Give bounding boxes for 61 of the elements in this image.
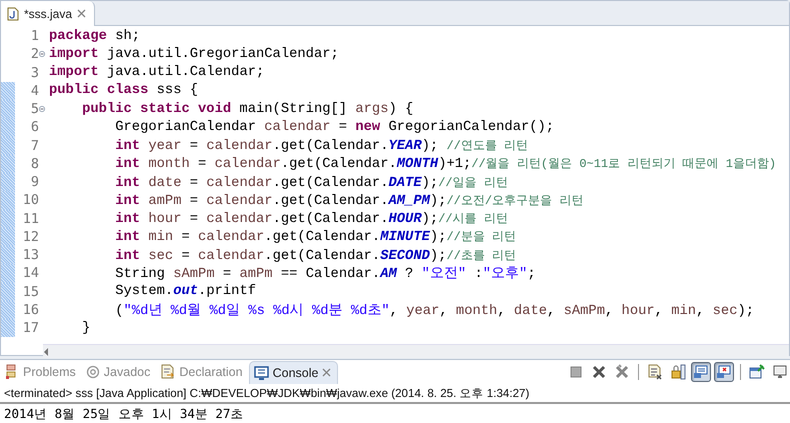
scroll-lock-icon [670, 364, 686, 380]
code-line: int amPm = calendar.get(Calendar.AM_PM);//오전/오후구분을 리턴 [114, 192, 584, 209]
pin-icon [749, 364, 765, 380]
stop-icon [568, 364, 584, 380]
code-line: System.out.printf [114, 284, 256, 300]
code-line: GregorianCalendar calendar = new GregorianCalendar(); [114, 120, 554, 135]
code-line: ("%d년 %d월 %d일 %s %d시 %d분 %d초", year, month, date, sAmPm, hour, min, sec); [114, 302, 754, 319]
line-number: 14 [22, 265, 39, 282]
line-number: 6 [30, 119, 39, 136]
line-number: 16 [22, 302, 39, 318]
console-icon [254, 365, 269, 380]
line-number: 15 [22, 284, 39, 300]
code-line: String sAmPm = amPm == Calendar.AM ? "오전" :"오후"; [114, 266, 536, 282]
close-icon[interactable] [322, 368, 332, 377]
line-number: 7 [30, 138, 39, 154]
scroll-left-icon[interactable] [43, 348, 49, 356]
code-line: } [81, 320, 90, 336]
line-number: 12 [22, 228, 39, 245]
code-line: public static void main(String[] args) { [81, 102, 414, 117]
code-line: import java.util.Calendar; [48, 65, 264, 80]
panel-tab[interactable]: Problems [0, 360, 82, 382]
code-line: int year = calendar.get(Calendar.YEAR); //연도를 리턴 [114, 138, 528, 154]
console-status: <terminated> sss [Java Application] C:₩DEVELOP₩JDK₩bin₩javaw.exe (2014. 8. 25. 오후 1:34:27) [4, 387, 530, 400]
close-icon[interactable] [77, 9, 86, 18]
at-sign-icon [86, 364, 100, 378]
console-output: 2014년 8월 25일 오후 1시 34분 27초 [4, 406, 244, 421]
java-file-icon [7, 6, 19, 20]
line-number: 3 [30, 64, 39, 81]
toolbar-button[interactable] [691, 362, 711, 382]
code-line: int hour = calendar.get(Calendar.HOUR);//시를 리턴 [114, 211, 508, 228]
panel-tab[interactable]: Declaration [156, 360, 249, 382]
code-line: package sh; [48, 28, 140, 44]
line-number: 10 [22, 192, 39, 208]
editor-tab[interactable]: *sss.java [1, 1, 96, 26]
line-number: 9 [30, 174, 39, 190]
collapse-icon[interactable] [39, 50, 45, 58]
declaration-icon [160, 364, 176, 379]
monitor-icon [772, 364, 788, 380]
line-number: 13 [22, 247, 39, 264]
line-number: 17 [22, 320, 39, 336]
line-number: 8 [30, 156, 39, 172]
code-line: int date = calendar.get(Calendar.DATE);//일을 리턴 [114, 174, 508, 191]
toolbar-button[interactable] [714, 362, 734, 382]
console-error-icon [716, 364, 732, 380]
console-output-icon [693, 364, 709, 380]
code-line: int month = calendar.get(Calendar.MONTH)+1;//월을 리턴(월은 0~11로 리턴되기 때문에 1을더함) [114, 156, 776, 172]
line-number: 1 [30, 28, 39, 44]
code-line: int min = calendar.get(Calendar.MINUTE);//분을 리턴 [114, 229, 516, 246]
code-line: import java.util.GregorianCalendar; [48, 46, 339, 62]
line-number: 4 [30, 82, 39, 99]
panel-tab[interactable]: Console [248, 360, 338, 384]
remove-icon [591, 364, 607, 380]
clear-console-icon [647, 364, 663, 380]
code-line: int sec = calendar.get(Calendar.SECOND);//초를 리턴 [114, 248, 516, 264]
panel-tab[interactable]: Javadoc [82, 360, 156, 382]
line-number: 11 [22, 210, 39, 227]
line-number: 2 [30, 46, 39, 62]
line-number: 5 [30, 101, 39, 118]
collapse-icon[interactable] [39, 105, 45, 114]
remove-all-icon [614, 364, 630, 380]
code-line: public class sss { [48, 83, 198, 98]
